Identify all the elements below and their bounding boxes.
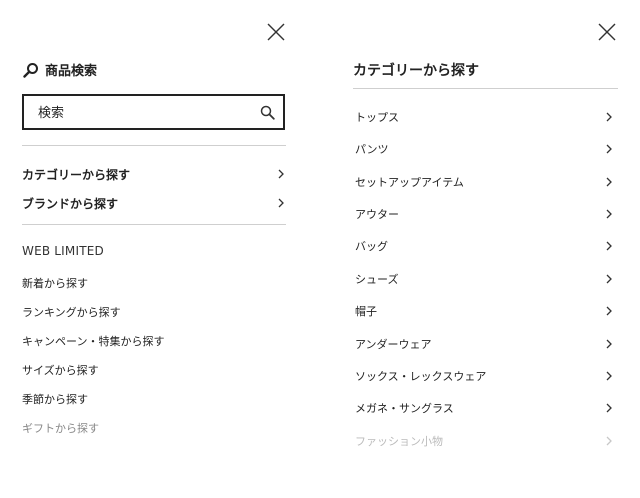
category-item-underwear[interactable]: アンダーウェア [355, 333, 613, 355]
nav-item-category[interactable]: カテゴリーから探す [22, 163, 285, 185]
link-new-arrivals[interactable]: 新着から探す [22, 275, 88, 291]
category-item-tops[interactable]: トップス [355, 106, 613, 128]
category-label: アンダーウェア [355, 338, 432, 351]
category-item-bag[interactable]: バッグ [355, 235, 613, 257]
chevron-right-icon [278, 198, 284, 208]
link-size[interactable]: サイズから探す [22, 362, 99, 378]
chevron-right-icon [606, 241, 612, 251]
category-label: パンツ [355, 143, 389, 156]
category-label: シューズ [355, 273, 399, 286]
close-icon [267, 23, 285, 41]
link-season[interactable]: 季節から探す [22, 391, 88, 407]
category-label: セットアップアイテム [355, 176, 464, 189]
page-title: カテゴリーから探す [353, 63, 479, 79]
search-heading-label: 商品検索 [45, 64, 98, 79]
chevron-right-icon [606, 371, 612, 381]
chevron-right-icon [606, 403, 612, 413]
search-submit-button[interactable] [260, 105, 275, 124]
category-item-pants[interactable]: パンツ [355, 138, 613, 160]
category-item-hat[interactable]: 帽子 [355, 300, 613, 322]
chevron-right-icon [278, 169, 284, 179]
chevron-right-icon [606, 177, 612, 187]
category-label: ファッション小物 [355, 435, 443, 448]
divider [22, 224, 286, 225]
category-panel: カテゴリーから探す トップス パンツ セットアップアイテム アウター バッグ シ… [330, 0, 640, 498]
search-icon [23, 62, 38, 78]
search-input[interactable] [38, 103, 248, 123]
category-label: 帽子 [355, 305, 377, 318]
category-item-outer[interactable]: アウター [355, 203, 613, 225]
chevron-right-icon [606, 112, 612, 122]
nav-item-brand[interactable]: ブランドから探す [22, 192, 285, 214]
search-heading: 商品検索 [23, 60, 97, 79]
category-label: アウター [355, 208, 399, 221]
category-label: ソックス・レックスウェア [355, 370, 487, 383]
chevron-right-icon [606, 436, 612, 446]
category-item-eyewear[interactable]: メガネ・サングラス [355, 397, 613, 419]
close-button[interactable] [597, 22, 617, 42]
category-item-socks[interactable]: ソックス・レックスウェア [355, 365, 613, 387]
category-item-setup[interactable]: セットアップアイテム [355, 171, 613, 193]
close-icon [598, 23, 616, 41]
category-label: バッグ [355, 240, 388, 253]
search-panel: 商品検索 カテゴリーから探す ブランドから探す WEB LIMITED 新着から… [0, 0, 310, 498]
chevron-right-icon [606, 274, 612, 284]
chevron-right-icon [606, 209, 612, 219]
divider [22, 145, 286, 146]
search-field[interactable] [22, 94, 285, 130]
divider [353, 88, 618, 89]
category-label: トップス [355, 111, 399, 124]
link-gift[interactable]: ギフトから探す [22, 420, 99, 436]
chevron-right-icon [606, 144, 612, 154]
search-icon [260, 105, 275, 120]
close-button[interactable] [266, 22, 286, 42]
link-campaign[interactable]: キャンペーン・特集から探す [22, 333, 164, 349]
nav-item-label: ブランドから探す [22, 196, 119, 211]
chevron-right-icon [606, 339, 612, 349]
link-ranking[interactable]: ランキングから探す [22, 304, 121, 320]
category-item-shoes[interactable]: シューズ [355, 268, 613, 290]
chevron-right-icon [606, 306, 612, 316]
category-label: メガネ・サングラス [355, 402, 454, 415]
nav-item-label: カテゴリーから探す [22, 167, 131, 182]
category-item-accessories[interactable]: ファッション小物 [355, 430, 613, 452]
section-heading-web-limited: WEB LIMITED [22, 244, 104, 258]
